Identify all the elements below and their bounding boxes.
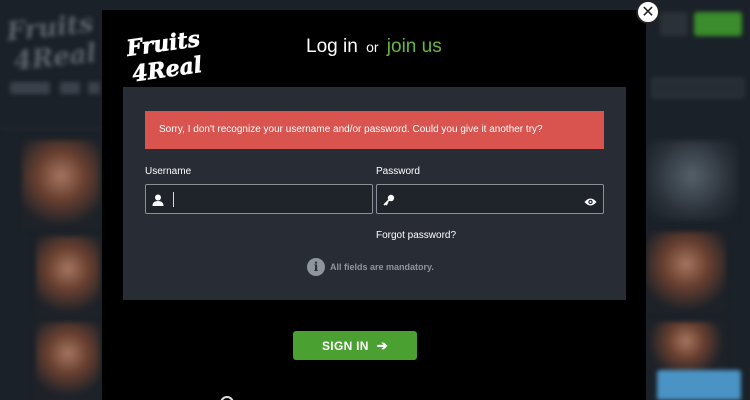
title-or: or [366,39,379,55]
background-thumbnail [646,140,738,220]
text-cursor [173,192,174,207]
show-password-eye-icon[interactable] [584,194,597,206]
join-us-link[interactable]: join us [387,36,442,57]
background-thumbnail [22,140,100,230]
background-chat-widget [657,370,741,400]
modal-title: Log in or join us [306,36,506,58]
error-message: Sorry, I don't recognize your username a… [145,111,604,149]
background-thumbnail [36,236,100,318]
background-thumbnail [646,322,726,370]
brand-logo: Fruits 4Real [124,26,218,88]
close-icon: ✕ [641,2,655,21]
background-thumbnail [646,232,726,312]
key-icon [383,193,395,206]
loading-circle-icon [220,396,234,400]
info-icon: i [307,258,325,276]
password-label: Password [376,166,420,177]
arrow-right-icon: ➔ [376,338,388,353]
login-title: Log in [306,36,358,57]
sign-in-label: SIGN IN [322,339,369,353]
background-login-button [660,12,688,36]
close-modal-button[interactable]: ✕ [636,0,660,24]
username-field[interactable] [145,184,373,214]
user-icon [152,193,164,206]
sign-in-button[interactable]: SIGN IN ➔ [293,331,417,360]
background-logo: Fruits 4Real [3,3,102,82]
background-join-button [694,12,742,36]
login-form-panel: Sorry, I don't recognize your username a… [123,87,626,300]
background-search [652,78,744,98]
username-label: Username [145,166,192,177]
password-field[interactable] [376,184,604,214]
background-divider [0,128,100,129]
login-modal: Fruits 4Real Log in or join us Sorry, I … [102,10,646,400]
forgot-password-link[interactable]: Forgot password? [376,230,456,241]
mandatory-text: All fields are mandatory. [330,262,434,272]
background-logo-image: Fruits 4Real [4,9,98,77]
brand-logo-image: Fruits 4Real [124,26,204,88]
background-thumbnail [36,322,100,400]
